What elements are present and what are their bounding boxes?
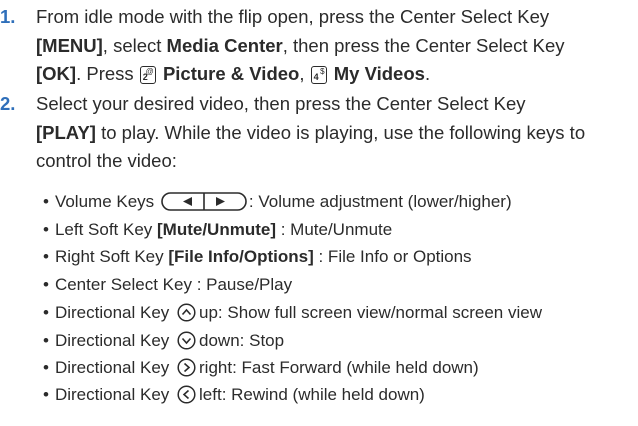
ok-key-label: [OK]	[36, 63, 77, 84]
step-1-text-c: , then press the Center Select Key	[282, 34, 565, 56]
key-2-icon: 2 @	[139, 66, 156, 84]
step-1-text-b: , select	[102, 34, 167, 56]
picture-video-label: Picture & Video	[162, 63, 300, 84]
step-2: 2. Select your desired video, then press…	[0, 90, 636, 176]
step-2-number: 2.	[0, 93, 16, 114]
bullet-dir-up: • Directional Key up: Show full screen vi…	[43, 303, 542, 322]
step-1-text-d: . Press	[76, 63, 139, 84]
menu-key-label: [MENU]	[36, 34, 103, 56]
bullet-dir-right: • Directional Key right: Fast Forward (wh…	[43, 358, 479, 377]
step-1-text-f: .	[424, 63, 431, 84]
dpad-right-icon	[177, 358, 196, 377]
dpad-up-icon	[177, 303, 196, 322]
bullet-center-select: • Center Select Key : Pause/Play	[43, 275, 293, 294]
step-2-text-b: to play. While the video is playing, use…	[36, 121, 586, 172]
media-center-label: Media Center	[166, 34, 283, 56]
bullet-dir-left: • Directional Key left: Rewind (while hel…	[43, 385, 425, 404]
step-1-text-a: From idle mode with the flip open, press…	[36, 6, 550, 27]
bullet-volume: • Volume Keys : Volume adjustment (lower/…	[43, 192, 512, 211]
play-key-label: [PLAY]	[36, 121, 96, 143]
key-4-icon: 4 $	[310, 66, 327, 84]
instructions-document: 1. From idle mode with the flip open, pr…	[0, 0, 638, 426]
step-1: 1. From idle mode with the flip open, pr…	[0, 3, 636, 89]
dpad-left-icon	[177, 385, 196, 404]
step-1-text-e: ,	[299, 63, 310, 84]
step-1-number: 1.	[0, 6, 16, 27]
bullet-right-soft-key: • Right Soft Key [File Info/Options] : Fi…	[43, 247, 472, 266]
step-2-text-a: Select your desired video, then press th…	[36, 93, 526, 114]
dpad-down-icon	[177, 331, 196, 350]
my-videos-label: My Videos	[333, 63, 425, 84]
bullet-dir-down: • Directional Key down: Stop	[43, 331, 285, 350]
bullet-left-soft-key: • Left Soft Key [Mute/Unmute] : Mute/Unmu…	[43, 220, 393, 239]
volume-keys-icon	[161, 192, 247, 211]
